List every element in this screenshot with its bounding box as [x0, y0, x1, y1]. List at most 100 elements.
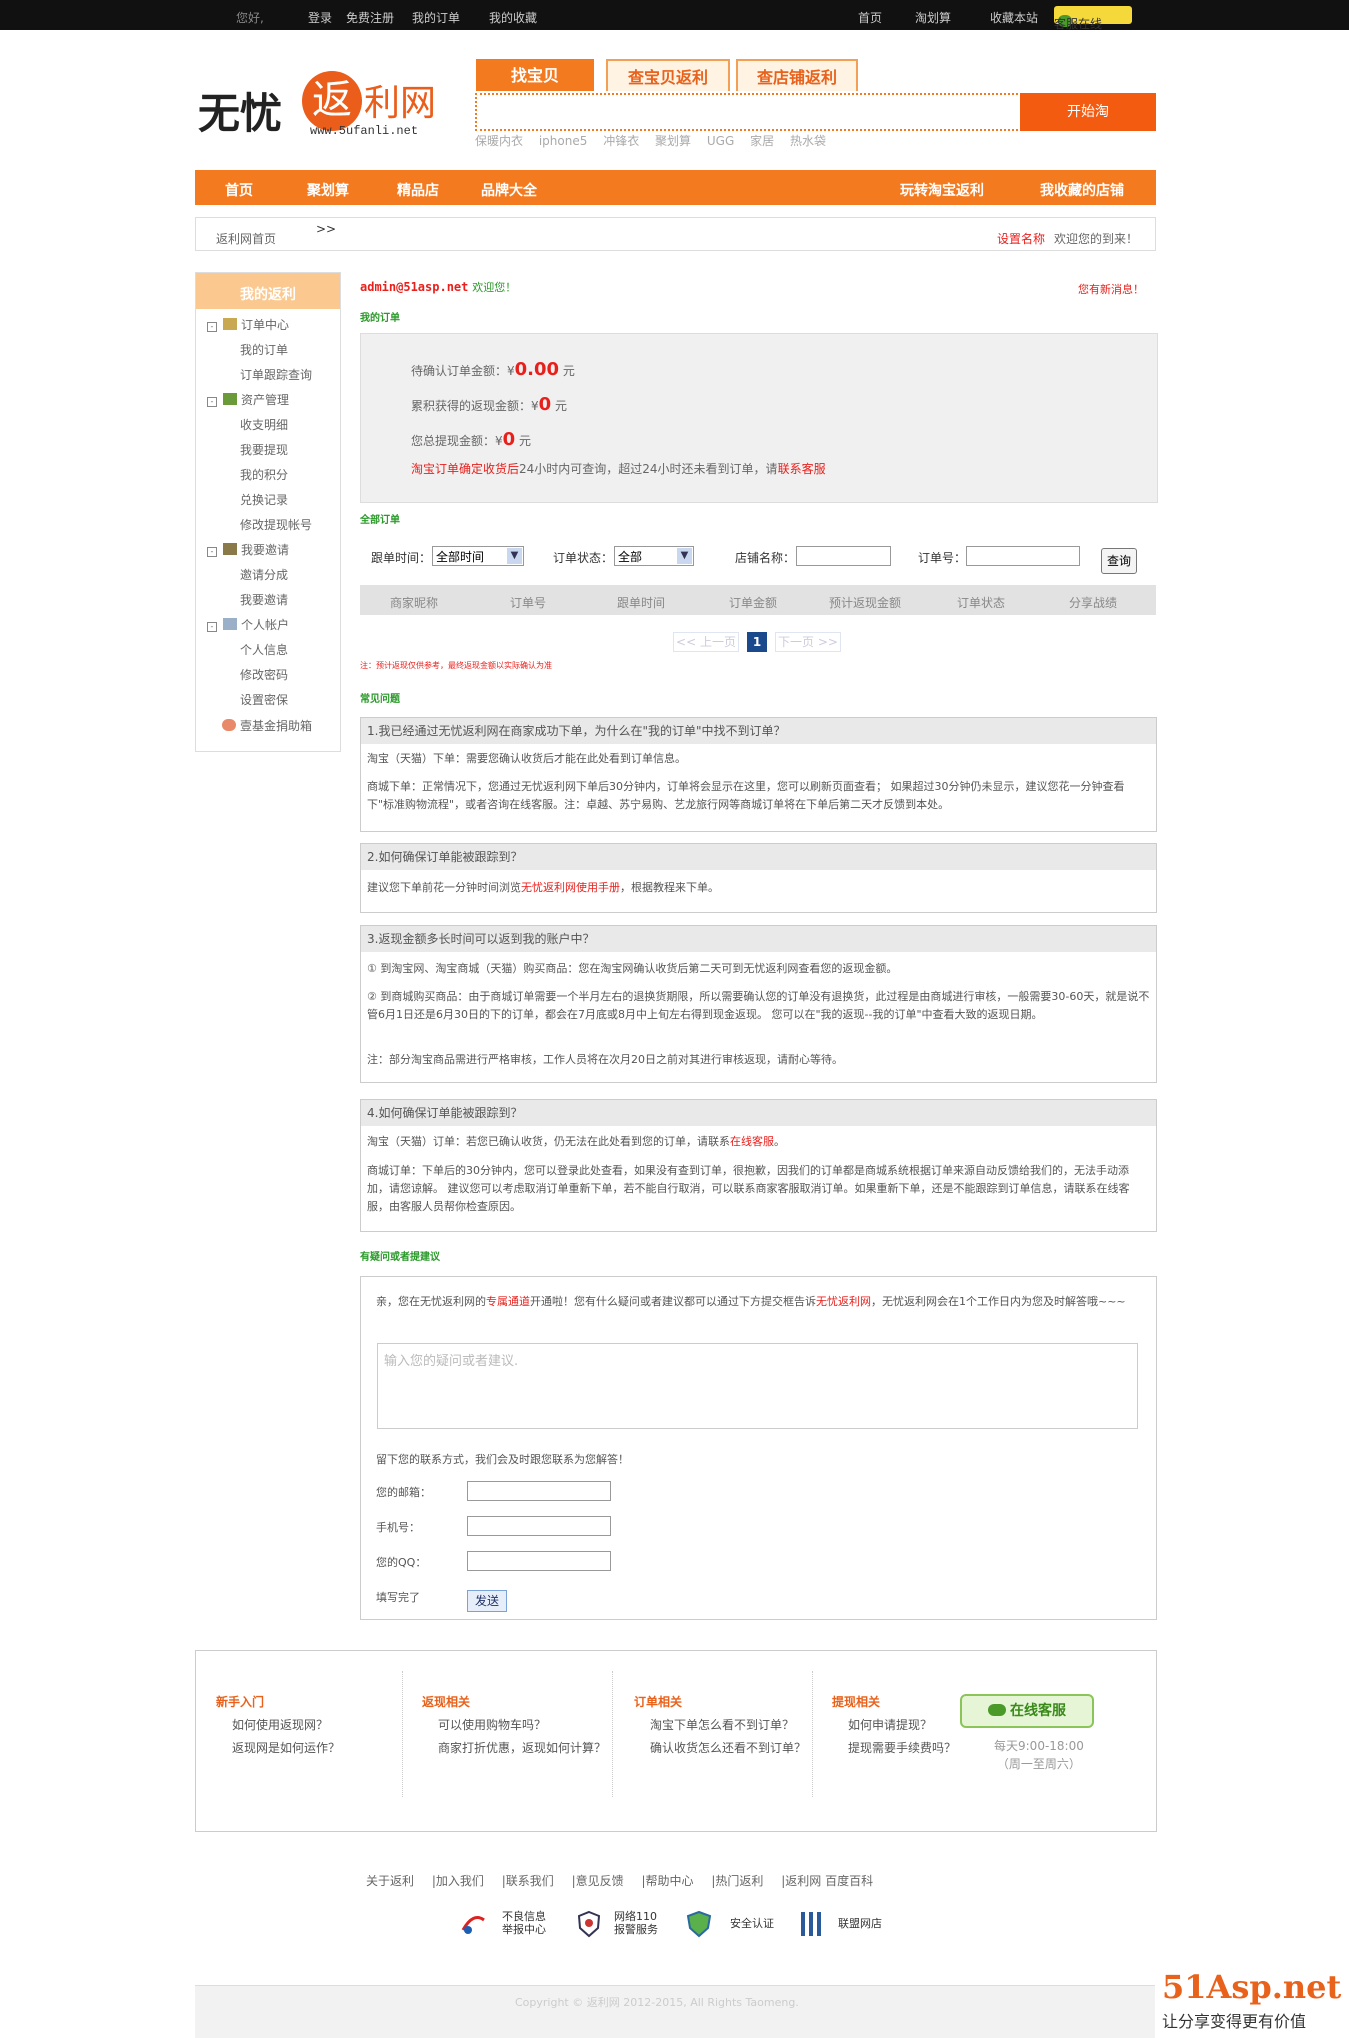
- help-link[interactable]: 返现网是如何运作？: [232, 1739, 340, 1756]
- hot-word[interactable]: 保暖内衣: [475, 134, 523, 148]
- send-button[interactable]: 发送: [467, 1590, 507, 1612]
- next-page-button[interactable]: 下一页 >>: [775, 632, 841, 652]
- hot-word[interactable]: UGG: [707, 134, 734, 148]
- track-time-select[interactable]: 全部时间 ▼: [432, 546, 524, 566]
- footer-link[interactable]: |返利网 百度百科: [781, 1874, 873, 1888]
- heart-icon: [222, 719, 236, 731]
- nav-item-fav-shops[interactable]: 我收藏的店铺: [1040, 180, 1124, 200]
- sidebar-item-security-question[interactable]: 设置密保: [240, 691, 288, 708]
- my-favorites-link[interactable]: 我的收藏: [489, 9, 537, 26]
- earned-amount-row: 累积获得的返现金额：¥0 元: [411, 394, 567, 415]
- collapse-icon[interactable]: -: [207, 622, 217, 632]
- breadcrumb-home[interactable]: 返利网首页: [216, 230, 276, 247]
- user-manual-link[interactable]: 无忧返利网使用手册: [521, 881, 620, 894]
- footer-link[interactable]: 关于返利: [366, 1874, 414, 1888]
- set-name-link[interactable]: 设置名称: [997, 230, 1045, 247]
- faq-question[interactable]: 3.返现金额多长时间可以返到我的账户中？: [361, 926, 1156, 952]
- customer-service-button[interactable]: 客服在线: [1054, 6, 1132, 31]
- alliance-badge[interactable]: 联盟网店: [798, 1910, 882, 1936]
- hot-word[interactable]: iphone5: [539, 134, 588, 148]
- register-link[interactable]: 免费注册: [346, 9, 394, 26]
- help-link[interactable]: 确认收货怎么还看不到订单？: [650, 1739, 806, 1756]
- tab-find-item[interactable]: 找宝贝: [476, 59, 594, 91]
- qq-field[interactable]: [467, 1551, 611, 1571]
- login-link[interactable]: 登录: [308, 9, 332, 26]
- order-number-label: 订单号：: [918, 551, 967, 565]
- sidebar-group-account[interactable]: - 个人帐户: [207, 616, 289, 633]
- new-message-link[interactable]: 您有新消息！: [1078, 281, 1144, 297]
- sidebar-item-withdraw-account[interactable]: 修改提现帐号: [240, 516, 312, 533]
- collapse-icon[interactable]: -: [207, 547, 217, 557]
- online-service-link[interactable]: 在线客服: [730, 1135, 774, 1148]
- help-link[interactable]: 提现需要手续费吗？: [848, 1739, 956, 1756]
- help-link[interactable]: 可以使用购物车吗？: [438, 1716, 606, 1733]
- nav-item-juhuasuan[interactable]: 聚划算: [307, 180, 349, 200]
- money-icon: [223, 393, 237, 405]
- shop-name-input[interactable]: [796, 546, 891, 566]
- current-page[interactable]: 1: [747, 632, 767, 652]
- tab-shop-rebate[interactable]: 查店铺返利: [736, 59, 858, 91]
- tab-item-rebate[interactable]: 查宝贝返利: [606, 59, 730, 91]
- watermark-brand: 51Asp.net: [1162, 1968, 1342, 2006]
- sidebar-item-invite-share[interactable]: 邀请分成: [240, 566, 288, 583]
- collapse-icon[interactable]: -: [207, 397, 217, 407]
- order-status-select[interactable]: 全部 ▼: [614, 546, 694, 566]
- faq-question[interactable]: 4.如何确保订单能被跟踪到？: [361, 1100, 1156, 1126]
- footer-link[interactable]: |联系我们: [502, 1874, 554, 1888]
- search-input[interactable]: [475, 93, 1022, 131]
- help-link[interactable]: 如何使用返现网？: [232, 1716, 340, 1733]
- police-badge[interactable]: 网络110 报警服务: [576, 1910, 658, 1938]
- sidebar-item-invite[interactable]: 我要邀请: [240, 591, 288, 608]
- taohuasuan-link[interactable]: 淘划算: [915, 9, 951, 26]
- sidebar-item-charity[interactable]: 壹基金捐助箱: [222, 717, 312, 734]
- site-logo[interactable]: 无忧 返 利网 www.5ufanli.net: [198, 66, 438, 142]
- online-service-button[interactable]: 在线客服: [960, 1694, 1094, 1728]
- security-badge[interactable]: 安全认证: [686, 1910, 774, 1938]
- search-button[interactable]: 开始淘: [1020, 93, 1156, 131]
- sidebar-item-order-tracking[interactable]: 订单跟踪查询: [240, 366, 312, 383]
- order-number-input[interactable]: [966, 546, 1080, 566]
- sidebar-item-points[interactable]: 我的积分: [240, 466, 288, 483]
- sidebar-item-withdraw[interactable]: 我要提现: [240, 441, 288, 458]
- faq-question[interactable]: 2.如何确保订单能被跟踪到？: [361, 844, 1156, 870]
- footer-link[interactable]: |加入我们: [432, 1874, 484, 1888]
- footer-link[interactable]: |帮助中心: [641, 1874, 693, 1888]
- sidebar-group-assets[interactable]: - 资产管理: [207, 391, 289, 408]
- my-orders-link[interactable]: 我的订单: [412, 9, 460, 26]
- faq-question[interactable]: 1.我已经通过无忧返利网在商家成功下单，为什么在"我的订单"中找不到订单？: [361, 718, 1156, 744]
- prev-page-button[interactable]: << 上一页: [673, 632, 739, 652]
- sidebar-item-my-orders[interactable]: 我的订单: [240, 341, 288, 358]
- footer-link[interactable]: |意见反馈: [572, 1874, 624, 1888]
- earned-amount: 0: [538, 394, 552, 415]
- track-time-value: 全部时间: [436, 550, 485, 564]
- collapse-icon[interactable]: -: [207, 322, 217, 332]
- hot-word[interactable]: 冲锋衣: [603, 134, 639, 148]
- nav-item-brands[interactable]: 品牌大全: [481, 180, 537, 200]
- sidebar-group-invite[interactable]: - 我要邀请: [207, 541, 289, 558]
- faq-question-text: 1.我已经通过无忧返利网在商家成功下单，为什么在"我的订单"中找不到订单？: [367, 724, 786, 738]
- email-field[interactable]: [467, 1481, 611, 1501]
- hot-word[interactable]: 家居: [750, 134, 774, 148]
- phone-field[interactable]: [467, 1516, 611, 1536]
- help-link[interactable]: 淘宝下单怎么看不到订单？: [650, 1716, 806, 1733]
- nav-item-taobao-guide[interactable]: 玩转淘宝返利: [900, 180, 984, 200]
- feedback-textarea[interactable]: 输入您的疑问或者建议.: [377, 1343, 1138, 1429]
- sidebar-item-exchange-records[interactable]: 兑换记录: [240, 491, 288, 508]
- sidebar-item-change-password[interactable]: 修改密码: [240, 666, 288, 683]
- top-home-link[interactable]: 首页: [858, 9, 882, 26]
- report-center-badge[interactable]: 不良信息 举报中心: [460, 1910, 546, 1936]
- footer-link[interactable]: |热门返利: [711, 1874, 763, 1888]
- query-button[interactable]: 查询: [1101, 548, 1137, 574]
- nav-item-boutique[interactable]: 精品店: [397, 180, 439, 200]
- contact-service-link[interactable]: 联系客服: [778, 462, 826, 476]
- hot-word[interactable]: 聚划算: [655, 134, 691, 148]
- sidebar-group-order-center[interactable]: - 订单中心: [207, 316, 289, 333]
- hot-word[interactable]: 热水袋: [790, 134, 826, 148]
- sidebar-item-transactions[interactable]: 收支明细: [240, 416, 288, 433]
- sidebar-item-profile[interactable]: 个人信息: [240, 641, 288, 658]
- help-link[interactable]: 商家打折优惠，返现如何计算？: [438, 1739, 606, 1756]
- logo-fan-circle: 返: [302, 71, 362, 131]
- help-link[interactable]: 如何申请提现？: [848, 1716, 956, 1733]
- bookmark-link[interactable]: 收藏本站: [990, 9, 1038, 26]
- nav-item-home[interactable]: 首页: [225, 180, 253, 200]
